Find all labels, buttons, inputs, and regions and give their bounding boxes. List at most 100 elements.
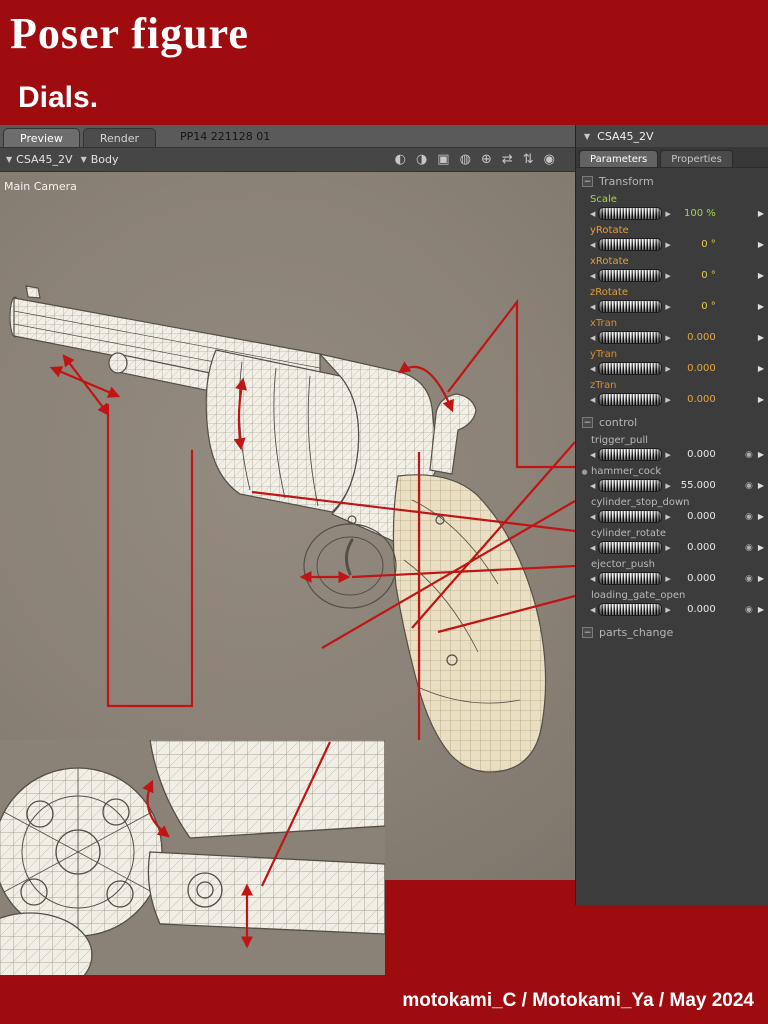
keyed-marker-dot: ● [581,468,588,476]
dial-increase-icon[interactable]: ▶ [665,396,670,404]
dial-value[interactable]: 0.000 [674,542,716,553]
figure-dropdown[interactable]: ▼ CSA45_2V [6,153,73,166]
visibility-eye-icon[interactable]: ◉ [745,574,753,584]
dial-increase-icon[interactable]: ▶ [665,334,670,342]
collapse-icon[interactable]: − [582,627,593,638]
chevron-down-icon[interactable]: ▼ [584,132,590,141]
actor-dropdown[interactable]: ▼ Body [81,153,119,166]
dial-value[interactable]: 0.000 [674,573,716,584]
section-title: parts_change [599,626,674,639]
collapse-icon[interactable]: − [582,176,593,187]
dial-slider[interactable] [598,479,663,492]
transform-dial-row: xRotate ◀ ▶ 0 ° ▶ [576,254,768,285]
dial-controls: ◀ ▶ 0.000 ◉ ▶ [580,603,764,616]
dial-slider[interactable] [598,238,663,251]
dial-value[interactable]: 55.000 [674,480,716,491]
dial-options-icon[interactable]: ▶ [758,574,764,583]
dial-slider[interactable] [598,269,663,282]
dial-decrease-icon[interactable]: ◀ [590,451,595,459]
dial-options-icon[interactable]: ▶ [758,271,764,280]
dial-options-icon[interactable]: ▶ [758,450,764,459]
dial-value[interactable]: 0 ° [674,301,716,312]
dial-options-icon[interactable]: ▶ [758,240,764,249]
face-camera-right-icon[interactable]: ◑ [416,152,427,167]
dial-options-icon[interactable]: ▶ [758,395,764,404]
top-banner: Poser figure Dials. [0,0,768,125]
rotate-icon[interactable]: ⊕ [481,152,492,167]
dial-options-icon[interactable]: ▶ [758,302,764,311]
dial-options-icon[interactable]: ▶ [758,481,764,490]
dial-value[interactable]: 0 ° [674,239,716,250]
dial-decrease-icon[interactable]: ◀ [590,606,595,614]
visibility-eye-icon[interactable]: ◉ [745,512,753,522]
dial-slider[interactable] [598,541,663,554]
trackball-icon[interactable]: ◍ [460,152,471,167]
visibility-eye-icon[interactable]: ◉ [745,605,753,615]
dial-decrease-icon[interactable]: ◀ [590,365,595,373]
dial-increase-icon[interactable]: ▶ [665,575,670,583]
dial-options-icon[interactable]: ▶ [758,209,764,218]
tab-render[interactable]: Render [82,128,156,147]
face-camera-left-icon[interactable]: ◐ [395,152,406,167]
dial-value[interactable]: 0.000 [674,511,716,522]
dial-slider[interactable] [598,603,663,616]
dial-decrease-icon[interactable]: ◀ [590,396,595,404]
dial-options-icon[interactable]: ▶ [758,605,764,614]
translate-icon[interactable]: ⇄ [502,152,513,167]
grab-icon[interactable]: ◉ [544,152,555,167]
dial-slider[interactable] [598,393,663,406]
dial-value[interactable]: 0.000 [674,449,716,460]
dial-increase-icon[interactable]: ▶ [665,513,670,521]
tab-properties[interactable]: Properties [660,150,733,167]
dial-value[interactable]: 0.000 [674,332,716,343]
dial-increase-icon[interactable]: ▶ [665,451,670,459]
dial-increase-icon[interactable]: ▶ [665,544,670,552]
dial-value[interactable]: 0.000 [674,394,716,405]
viewport-canvas[interactable]: Main Camera [0,172,575,880]
dial-increase-icon[interactable]: ▶ [665,272,670,280]
dial-options-icon[interactable]: ▶ [758,543,764,552]
dial-value[interactable]: 0 ° [674,270,716,281]
tab-parameters[interactable]: Parameters [579,150,659,167]
dial-increase-icon[interactable]: ▶ [665,606,670,614]
section-transform-header: − Transform [576,168,768,192]
dial-slider[interactable] [598,572,663,585]
dial-decrease-icon[interactable]: ◀ [590,241,595,249]
dial-decrease-icon[interactable]: ◀ [590,272,595,280]
dial-options-icon[interactable]: ▶ [758,512,764,521]
dial-slider[interactable] [598,300,663,313]
dial-value[interactable]: 100 % [674,208,716,219]
section-parts-change-header: − parts_change [576,619,768,643]
select-keyframe-icon[interactable]: ▣ [437,152,449,167]
collapse-icon[interactable]: − [582,417,593,428]
elevate-icon[interactable]: ⇅ [523,152,534,167]
dial-slider[interactable] [598,207,663,220]
dial-slider[interactable] [598,331,663,344]
dial-options-icon[interactable]: ▶ [758,364,764,373]
dial-decrease-icon[interactable]: ◀ [590,303,595,311]
dial-decrease-icon[interactable]: ◀ [590,210,595,218]
dial-slider[interactable] [598,362,663,375]
tab-preview[interactable]: Preview [3,128,80,147]
dial-increase-icon[interactable]: ▶ [665,365,670,373]
dial-decrease-icon[interactable]: ◀ [590,482,595,490]
dial-decrease-icon[interactable]: ◀ [590,513,595,521]
dial-decrease-icon[interactable]: ◀ [590,575,595,583]
dial-value[interactable]: 0.000 [674,604,716,615]
dial-increase-icon[interactable]: ▶ [665,210,670,218]
dial-value[interactable]: 0.000 [674,363,716,374]
dial-increase-icon[interactable]: ▶ [665,303,670,311]
dial-decrease-icon[interactable]: ◀ [590,544,595,552]
dial-controls: ◀ ▶ 0.000 ▶ [590,393,764,406]
visibility-eye-icon[interactable]: ◉ [745,481,753,491]
visibility-eye-icon[interactable]: ◉ [745,543,753,553]
dial-label: zRotate [590,287,628,298]
dial-increase-icon[interactable]: ▶ [665,482,670,490]
dial-increase-icon[interactable]: ▶ [665,241,670,249]
dial-decrease-icon[interactable]: ◀ [590,334,595,342]
dial-slider[interactable] [598,510,663,523]
dial-controls: ◀ ▶ 55.000 ◉ ▶ [580,479,764,492]
dial-slider[interactable] [598,448,663,461]
dial-options-icon[interactable]: ▶ [758,333,764,342]
visibility-eye-icon[interactable]: ◉ [745,450,753,460]
